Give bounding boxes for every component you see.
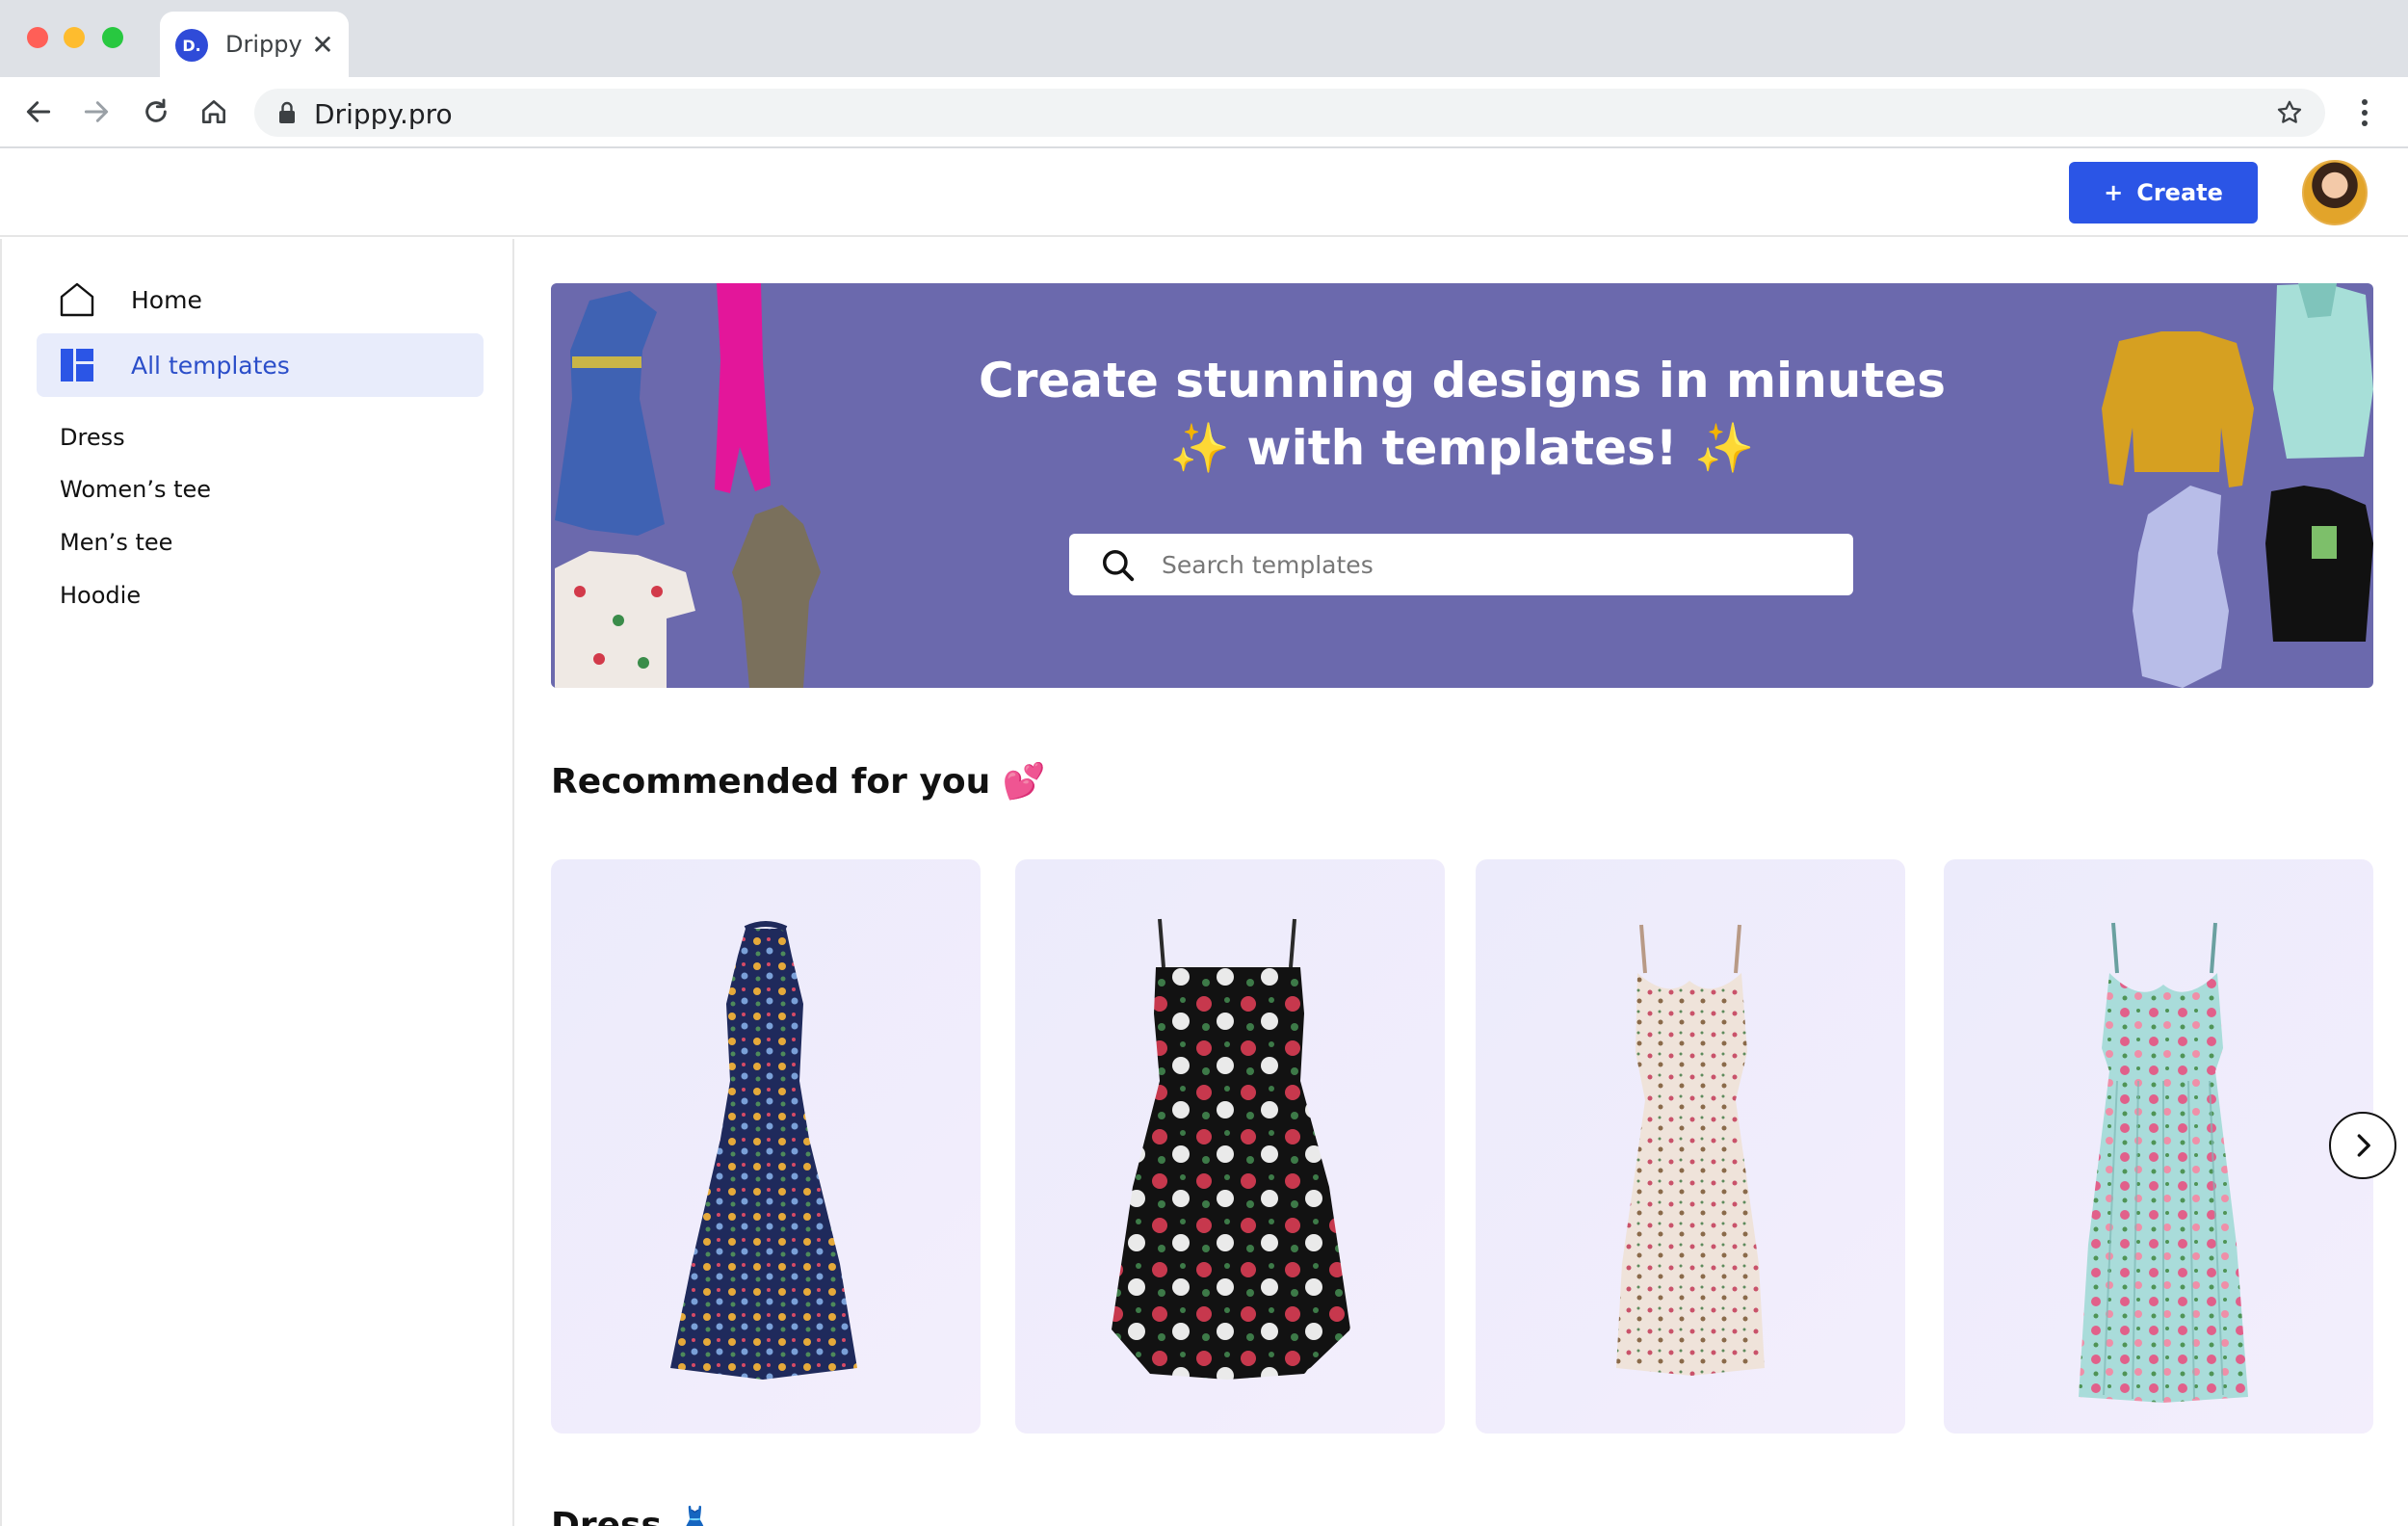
category-mens-tee[interactable]: Men’s tee (60, 529, 172, 556)
plus-icon: + (2104, 179, 2124, 206)
window-zoom-button[interactable] (102, 27, 123, 48)
template-card[interactable] (1944, 859, 2373, 1434)
sidebar-item-label: Home (131, 285, 202, 314)
template-card[interactable] (1476, 859, 1905, 1434)
hero-garments-left-illustration (555, 283, 821, 688)
home-icon (202, 100, 225, 123)
dress-mint-rose-image (2079, 922, 2248, 1403)
sidebar: Home All templates Dress Women’s tee Men… (0, 239, 514, 1526)
tab-close-icon[interactable]: ✕ (308, 25, 337, 64)
reload-button[interactable] (135, 91, 177, 133)
dress-navy-floral-image (670, 921, 857, 1380)
search-icon (1103, 550, 1135, 582)
search-input[interactable] (1162, 543, 1826, 586)
sidebar-item-home[interactable]: Home (37, 268, 484, 331)
hero-title-line-1: Create stunning designs in minutes (979, 353, 1946, 408)
home-icon (58, 280, 96, 319)
forward-button[interactable] (75, 91, 118, 133)
templates-grid-icon (58, 346, 96, 384)
hero-banner: Create stunning designs in minutes ✨ wit… (551, 283, 2373, 688)
browser-tab[interactable]: D. Drippy ✕ (160, 12, 349, 77)
browser-menu-icon[interactable] (2350, 89, 2379, 137)
category-womens-tee[interactable]: Women’s tee (60, 476, 211, 503)
arrow-right-icon (84, 101, 109, 122)
reload-icon (145, 98, 167, 122)
tab-title: Drippy (225, 31, 302, 58)
dress-black-rose-image (1112, 918, 1350, 1380)
category-dress[interactable]: Dress (60, 424, 125, 451)
sidebar-item-all-templates[interactable]: All templates (37, 333, 484, 397)
home-button[interactable] (193, 91, 235, 133)
browser-toolbar: Drippy.pro (0, 77, 2408, 148)
url-text: Drippy.pro (314, 98, 453, 130)
window-close-button[interactable] (27, 27, 48, 48)
bookmark-star-icon[interactable] (2275, 98, 2304, 127)
dress-cream-floral-image (1616, 924, 1765, 1376)
lock-icon (279, 101, 295, 123)
hero-title-line-2: ✨ with templates! ✨ (1169, 420, 1755, 476)
create-button-label: Create (2136, 179, 2223, 206)
template-card[interactable] (551, 859, 981, 1434)
chevron-right-icon (2357, 1134, 2370, 1157)
hero-garments-right-illustration (2102, 283, 2373, 688)
window-minimize-button[interactable] (64, 27, 85, 48)
template-card[interactable] (1015, 859, 1445, 1434)
browser-tab-strip: D. Drippy ✕ (0, 0, 2408, 77)
sidebar-item-label: All templates (131, 351, 290, 380)
template-search-box[interactable] (1069, 534, 1853, 595)
hero-title: Create stunning designs in minutes ✨ wit… (551, 347, 2373, 482)
create-button[interactable]: + Create (2069, 162, 2258, 224)
category-hoodie[interactable]: Hoodie (60, 582, 141, 609)
carousel-next-button[interactable] (2329, 1112, 2396, 1179)
recommended-section-title: Recommended for you 💕 (551, 762, 1046, 802)
arrow-left-icon (26, 101, 51, 122)
user-avatar[interactable] (2302, 160, 2368, 225)
dress-section-title: Dress 👗 (551, 1506, 718, 1526)
back-button[interactable] (17, 91, 60, 133)
favicon-icon: D. (175, 29, 208, 62)
app-header: + Create (0, 150, 2408, 237)
address-bar[interactable]: Drippy.pro (254, 89, 2325, 137)
